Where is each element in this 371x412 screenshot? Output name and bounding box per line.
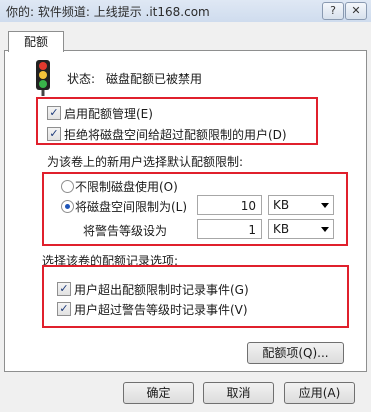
warning-value-input[interactable]: 1: [197, 219, 262, 239]
status-label: 状态:: [67, 72, 96, 86]
quota-entries-button[interactable]: 配额项(Q)...: [247, 342, 344, 364]
cancel-button[interactable]: 取消: [203, 382, 274, 404]
window-title: 你的: 软件频道: 上线提示 .it168.com: [6, 5, 210, 19]
limit-value-input[interactable]: 10: [197, 195, 262, 215]
limit-radio-dot: [65, 204, 70, 209]
log-over-limit-checkbox[interactable]: ✓: [57, 282, 71, 296]
limit-label: 将磁盘空间限制为(L): [75, 200, 188, 214]
help-button[interactable]: ?: [322, 2, 344, 20]
status-value: 磁盘配额已被禁用: [106, 72, 203, 86]
defaults-heading: 为该卷上的新用户选择默认配额限制:: [47, 155, 244, 169]
unlimited-radio[interactable]: [61, 180, 74, 193]
enable-quota-label: 启用配额管理(E): [64, 107, 153, 121]
log-over-warning-checkbox[interactable]: ✓: [57, 302, 71, 316]
limit-unit-select[interactable]: KB: [268, 195, 334, 215]
deny-space-checkbox[interactable]: ✓: [47, 127, 61, 141]
chevron-down-icon: [321, 227, 329, 232]
limit-unit-value: KB: [273, 198, 290, 212]
tab-quota[interactable]: 配额: [8, 31, 64, 52]
log-over-warning-label: 用户超过警告等级时记录事件(V): [74, 303, 248, 317]
deny-space-label: 拒绝将磁盘空间给超过配额限制的用户(D): [64, 128, 287, 142]
traffic-light-icon: [36, 60, 50, 96]
chevron-down-icon: [321, 203, 329, 208]
ok-button[interactable]: 确定: [123, 382, 194, 404]
limit-radio[interactable]: [61, 200, 74, 213]
log-over-limit-label: 用户超出配额限制时记录事件(G): [74, 283, 249, 297]
apply-button[interactable]: 应用(A): [284, 382, 355, 404]
unlimited-label: 不限制磁盘使用(O): [75, 180, 178, 194]
tab-quota-label: 配额: [23, 35, 48, 49]
warning-unit-select[interactable]: KB: [268, 219, 334, 239]
title-bar: 你的: 软件频道: 上线提示 .it168.com ? ✕: [0, 0, 371, 22]
close-button[interactable]: ✕: [345, 2, 367, 20]
warning-unit-value: KB: [273, 222, 290, 236]
enable-quota-checkbox[interactable]: ✓: [47, 106, 61, 120]
warning-label: 将警告等级设为: [83, 224, 168, 238]
